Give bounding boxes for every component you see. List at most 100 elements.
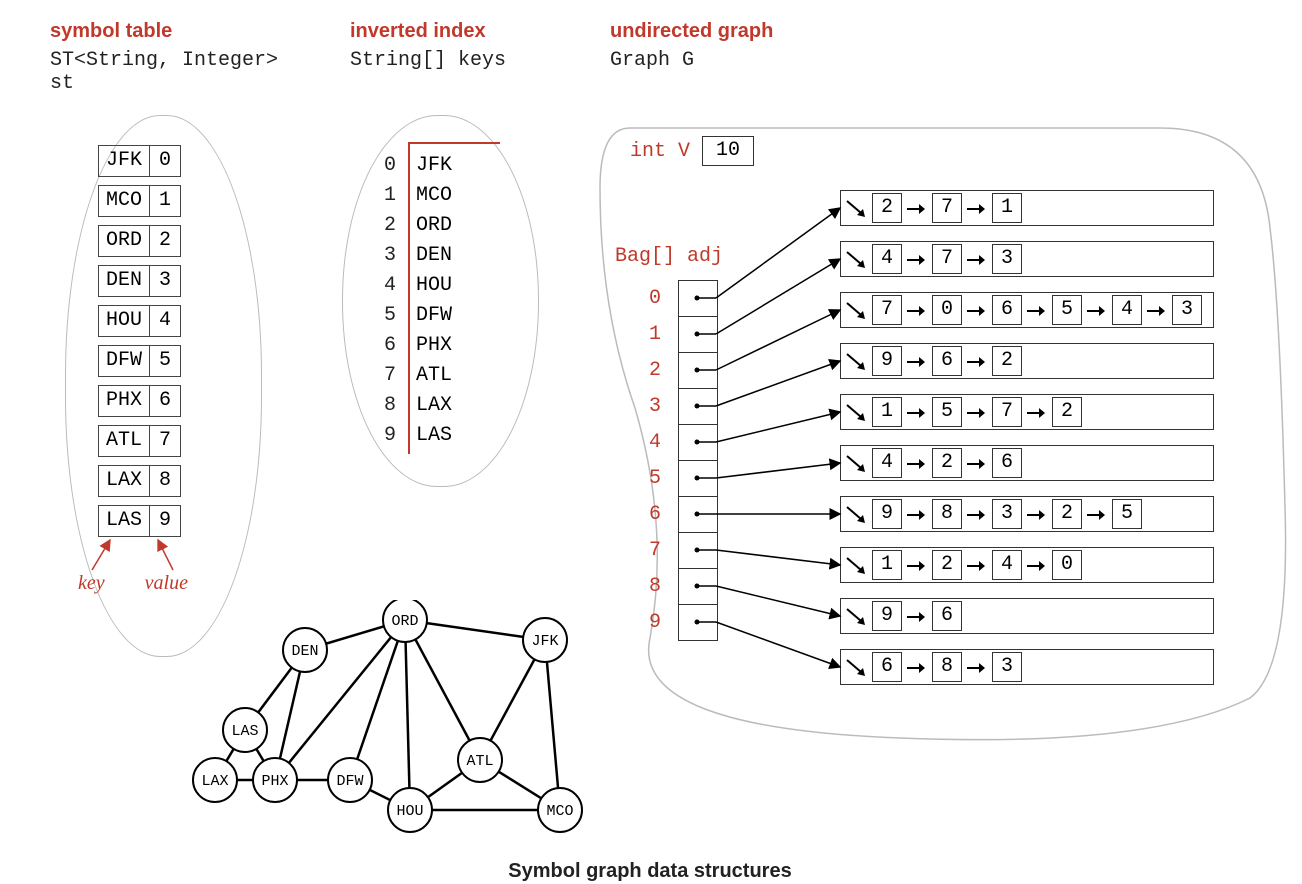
adj-slot: 3 — [678, 388, 718, 424]
list-arrow-icon — [905, 398, 929, 426]
list-arrow-icon — [1025, 551, 1049, 579]
symbol-table-decl: ST<String, Integer> st — [50, 49, 310, 95]
adj-index: 3 — [649, 395, 661, 418]
adj-node: 2 — [992, 346, 1022, 376]
inverted-index-row: 7ATL — [368, 360, 452, 390]
adj-slot: 9 — [678, 604, 718, 641]
ii-key: HOU — [404, 274, 452, 297]
adj-index: 0 — [649, 287, 661, 310]
adj-node: 9 — [872, 601, 902, 631]
inverted-index-row: 4HOU — [368, 270, 452, 300]
ii-key: ATL — [404, 364, 452, 387]
st-key: ORD — [98, 225, 149, 257]
ii-index: 6 — [368, 334, 404, 357]
symbol-table-row: ORD2 — [98, 225, 181, 257]
adj-node: 1 — [872, 550, 902, 580]
ii-key: LAX — [404, 394, 452, 417]
symbol-graph-diagram: symbol table ST<String, Integer> st JFK0… — [20, 20, 1282, 850]
inverted-index-title: inverted index — [350, 20, 560, 43]
adj-list: 683 — [840, 649, 1214, 685]
st-key: JFK — [98, 145, 149, 177]
list-arrow-icon — [905, 500, 929, 528]
adj-lists: 271473706543962157242698325124096683 — [840, 190, 1214, 700]
ii-key: ORD — [404, 214, 452, 237]
st-value: 8 — [149, 465, 181, 497]
key-value-annotation: key value — [78, 572, 188, 595]
adj-index: 4 — [649, 431, 661, 454]
adj-list: 1572 — [840, 394, 1214, 430]
adj-node: 4 — [872, 448, 902, 478]
undirected-graph-decl: Graph G — [610, 49, 1280, 72]
adj-node: 3 — [1172, 295, 1202, 325]
list-arrow-icon — [1025, 398, 1049, 426]
svg-text:DFW: DFW — [336, 773, 363, 790]
adj-list: 96 — [840, 598, 1214, 634]
svg-text:JFK: JFK — [531, 633, 558, 650]
st-key: MCO — [98, 185, 149, 217]
list-arrow-icon — [905, 449, 929, 477]
adj-index: 5 — [649, 467, 661, 490]
inverted-index-row: 3DEN — [368, 240, 452, 270]
list-arrow-icon — [965, 500, 989, 528]
list-arrow-icon — [1025, 296, 1049, 324]
ii-key: DEN — [404, 244, 452, 267]
list-origin-arrow-icon — [845, 500, 867, 528]
adj-list: 426 — [840, 445, 1214, 481]
symbol-table-rows: JFK0MCO1ORD2DEN3HOU4DFW5PHX6ATL7LAX8LAS9 — [98, 145, 181, 545]
airport-graph: JFKORDDENLASLAXPHXDFWHOUATLMCO — [175, 600, 605, 850]
adj-node: 7 — [932, 193, 962, 223]
int-v-label: int V — [630, 140, 690, 163]
adj-list: 706543 — [840, 292, 1214, 328]
st-value: 1 — [149, 185, 181, 217]
adj-slot: 8 — [678, 568, 718, 604]
svg-text:PHX: PHX — [261, 773, 288, 790]
st-value: 7 — [149, 425, 181, 457]
st-key: PHX — [98, 385, 149, 417]
ii-index: 8 — [368, 394, 404, 417]
st-key: LAX — [98, 465, 149, 497]
adj-index: 1 — [649, 323, 661, 346]
ii-index: 7 — [368, 364, 404, 387]
symbol-table-row: JFK0 — [98, 145, 181, 177]
inverted-index-section: inverted index String[] keys — [350, 20, 560, 84]
adj-list: 271 — [840, 190, 1214, 226]
ii-index: 4 — [368, 274, 404, 297]
figure-caption: Symbol graph data structures — [20, 860, 1280, 883]
adj-node: 7 — [932, 244, 962, 274]
list-arrow-icon — [905, 602, 929, 630]
list-origin-arrow-icon — [845, 347, 867, 375]
list-origin-arrow-icon — [845, 245, 867, 273]
symbol-table-row: DFW5 — [98, 345, 181, 377]
symbol-table-row: DEN3 — [98, 265, 181, 297]
adj-slot: 4 — [678, 424, 718, 460]
ii-index: 2 — [368, 214, 404, 237]
symbol-table-row: PHX6 — [98, 385, 181, 417]
adj-node: 2 — [932, 448, 962, 478]
adj-node: 6 — [932, 346, 962, 376]
ii-key: LAS — [404, 424, 452, 447]
svg-text:LAX: LAX — [201, 773, 228, 790]
adj-list: 1240 — [840, 547, 1214, 583]
list-arrow-icon — [905, 296, 929, 324]
svg-text:HOU: HOU — [396, 803, 423, 820]
inverted-index-row: 5DFW — [368, 300, 452, 330]
ii-index: 0 — [368, 154, 404, 177]
list-arrow-icon — [905, 653, 929, 681]
list-arrow-icon — [965, 296, 989, 324]
adj-node: 7 — [992, 397, 1022, 427]
svg-text:MCO: MCO — [546, 803, 573, 820]
adj-node: 6 — [932, 601, 962, 631]
svg-text:DEN: DEN — [291, 643, 318, 660]
adj-node: 2 — [872, 193, 902, 223]
st-value: 5 — [149, 345, 181, 377]
adj-slot: 2 — [678, 352, 718, 388]
adj-node: 6 — [992, 448, 1022, 478]
int-v-value: 10 — [702, 136, 754, 166]
adj-node: 6 — [992, 295, 1022, 325]
adj-list: 473 — [840, 241, 1214, 277]
st-value: 6 — [149, 385, 181, 417]
adj-slot: 7 — [678, 532, 718, 568]
list-arrow-icon — [905, 194, 929, 222]
st-key: ATL — [98, 425, 149, 457]
inverted-index-row: 8LAX — [368, 390, 452, 420]
